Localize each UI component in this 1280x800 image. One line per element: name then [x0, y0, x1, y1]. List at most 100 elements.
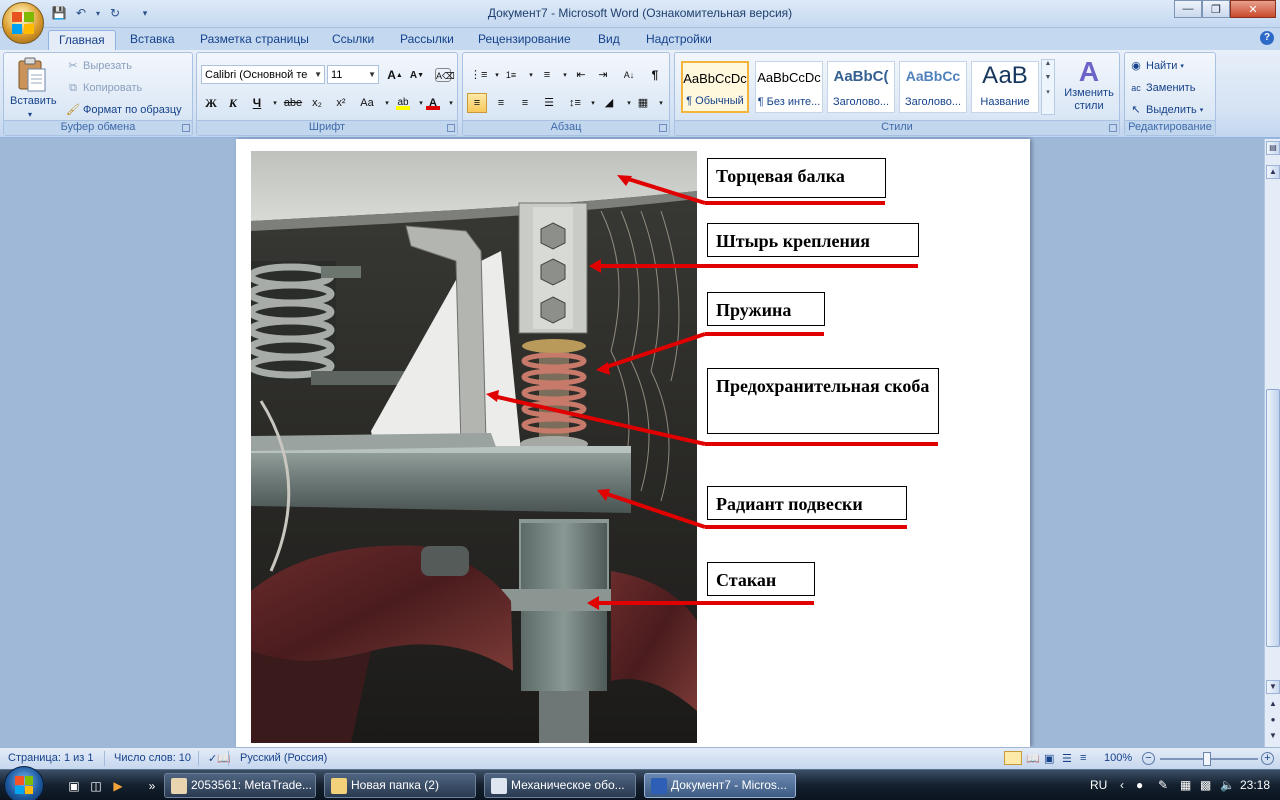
- zoom-in-button[interactable]: +: [1261, 752, 1274, 765]
- language-indicator[interactable]: Русский (Россия): [240, 752, 327, 764]
- align-left-button[interactable]: ≡: [467, 93, 487, 113]
- word-count[interactable]: Число слов: 10: [114, 752, 191, 764]
- bold-button[interactable]: Ж: [201, 93, 221, 113]
- page-count[interactable]: Страница: 1 из 1: [8, 752, 94, 764]
- cut-button[interactable]: ✂ Вырезать: [66, 59, 132, 73]
- input-language[interactable]: RU: [1090, 770, 1107, 800]
- suspension-photo[interactable]: [251, 151, 697, 743]
- format-painter-button[interactable]: 🖌 Формат по образцу: [66, 103, 182, 117]
- underline-dropdown-icon[interactable]: ▾: [265, 93, 285, 113]
- task-metatrader[interactable]: 2053561: MetaTrade...: [164, 773, 316, 798]
- select-button[interactable]: ↖ Выделить ▾: [1129, 103, 1203, 117]
- scroll-thumb[interactable]: [1266, 389, 1280, 647]
- explorer-icon[interactable]: ◫: [88, 778, 104, 794]
- office-button[interactable]: [2, 2, 44, 44]
- tab-references[interactable]: Ссылки: [322, 30, 384, 50]
- start-button[interactable]: [4, 766, 44, 800]
- multilevel-list-button[interactable]: ≡: [537, 65, 557, 85]
- minimize-button[interactable]: —: [1174, 0, 1202, 18]
- highlight-button[interactable]: ab: [393, 93, 413, 113]
- show-desktop-icon[interactable]: ▣: [66, 778, 82, 794]
- tab-addins[interactable]: Надстройки: [636, 30, 722, 50]
- tab-home[interactable]: Главная: [48, 30, 116, 50]
- line-spacing-button[interactable]: ↕≡: [565, 93, 585, 113]
- tray-app-icon[interactable]: ●: [1136, 770, 1143, 800]
- previous-page-icon[interactable]: ▲: [1266, 698, 1280, 712]
- select-browse-object-icon[interactable]: ●: [1266, 714, 1280, 728]
- font-color-dropdown-icon[interactable]: ▾: [441, 93, 461, 113]
- zoom-level[interactable]: 100%: [1104, 752, 1132, 764]
- borders-button[interactable]: ▦: [633, 93, 653, 113]
- help-icon[interactable]: ?: [1260, 31, 1274, 45]
- sort-button[interactable]: A↓: [619, 65, 639, 85]
- tab-page-layout[interactable]: Разметка страницы: [190, 30, 319, 50]
- web-layout-icon[interactable]: ▣: [1044, 752, 1054, 765]
- vertical-scrollbar[interactable]: ▤ ▲ ▼ ▲ ● ▼: [1264, 139, 1280, 747]
- change-styles-button[interactable]: A Изменить стили: [1059, 57, 1119, 113]
- font-color-button[interactable]: A: [423, 93, 443, 113]
- find-button[interactable]: ◉ Найти ▾: [1129, 59, 1184, 73]
- underline-button[interactable]: Ч: [247, 93, 267, 113]
- style-no-spacing[interactable]: AaBbCcDc ¶ Без инте...: [755, 61, 823, 113]
- style-normal[interactable]: AaBbCcDc ¶ Обычный: [681, 61, 749, 113]
- clipboard-dialog-launcher[interactable]: [182, 124, 190, 132]
- restore-button[interactable]: ❐: [1202, 0, 1230, 18]
- tab-view[interactable]: Вид: [588, 30, 630, 50]
- styles-dialog-launcher[interactable]: [1109, 124, 1117, 132]
- zoom-slider-thumb[interactable]: [1203, 752, 1211, 766]
- clock[interactable]: 23:18: [1240, 770, 1270, 800]
- tray-messenger-icon[interactable]: ✎: [1158, 770, 1168, 800]
- increase-indent-button[interactable]: ⇥: [593, 65, 613, 85]
- scroll-up-button[interactable]: ▲: [1266, 165, 1280, 179]
- print-layout-view-icon[interactable]: [1004, 751, 1022, 765]
- strikethrough-button[interactable]: abe: [283, 93, 303, 113]
- draft-view-icon[interactable]: ≡: [1080, 752, 1086, 764]
- full-screen-reading-icon[interactable]: 📖: [1026, 752, 1040, 765]
- tab-mailings[interactable]: Рассылки: [390, 30, 464, 50]
- grow-font-button[interactable]: A ▲: [385, 65, 405, 85]
- decrease-indent-button[interactable]: ⇤: [571, 65, 591, 85]
- tab-review[interactable]: Рецензирование: [468, 30, 581, 50]
- numbering-button[interactable]: 1≡: [501, 65, 521, 85]
- media-player-icon[interactable]: ▶: [110, 778, 126, 794]
- zoom-out-button[interactable]: −: [1142, 752, 1155, 765]
- style-heading-1[interactable]: AaBbC( Заголово...: [827, 61, 895, 113]
- paste-button[interactable]: Вставить: [10, 95, 57, 107]
- shrink-font-button[interactable]: A ▼: [407, 65, 427, 85]
- font-name-combo[interactable]: Calibri (Основной те ▼: [201, 65, 325, 84]
- show-marks-button[interactable]: ¶: [645, 65, 665, 85]
- paragraph-dialog-launcher[interactable]: [659, 124, 667, 132]
- next-page-icon[interactable]: ▼: [1266, 730, 1280, 744]
- tab-insert[interactable]: Вставка: [120, 30, 185, 50]
- styles-gallery-scroll[interactable]: ▲ ▼ ▾: [1041, 59, 1055, 115]
- quick-launch-overflow-icon[interactable]: »: [144, 778, 160, 794]
- clear-formatting-button[interactable]: A⌫: [433, 65, 455, 85]
- font-size-combo[interactable]: 11 ▼: [327, 65, 379, 84]
- style-title[interactable]: АаВ Название: [971, 61, 1039, 113]
- change-case-button[interactable]: Aa: [357, 93, 377, 113]
- borders-dropdown-icon[interactable]: ▾: [651, 93, 671, 113]
- align-right-button[interactable]: ≡: [515, 93, 535, 113]
- task-new-folder[interactable]: Новая папка (2): [324, 773, 476, 798]
- paste-icon[interactable]: [16, 57, 48, 93]
- outline-view-icon[interactable]: ☰: [1062, 752, 1072, 765]
- paste-dropdown-icon[interactable]: ▾: [28, 110, 32, 119]
- tray-safely-remove-icon[interactable]: ▩: [1200, 770, 1211, 800]
- replace-button[interactable]: ac Заменить: [1129, 81, 1195, 95]
- italic-button[interactable]: К: [223, 93, 243, 113]
- superscript-button[interactable]: x²: [331, 93, 351, 113]
- tray-volume-icon[interactable]: 🔈: [1220, 770, 1235, 800]
- ruler-toggle-icon[interactable]: ▤: [1266, 141, 1280, 155]
- font-dialog-launcher[interactable]: [447, 124, 455, 132]
- task-word-document[interactable]: Документ7 - Micros...: [644, 773, 796, 798]
- align-center-button[interactable]: ≡: [491, 93, 511, 113]
- tray-network-icon[interactable]: ▦: [1180, 770, 1191, 800]
- task-mechanical[interactable]: Механическое обо...: [484, 773, 636, 798]
- tray-expand-icon[interactable]: ‹: [1120, 770, 1124, 800]
- style-heading-2[interactable]: AaBbCc Заголово...: [899, 61, 967, 113]
- scroll-down-button[interactable]: ▼: [1266, 680, 1280, 694]
- bullets-button[interactable]: ⋮≡: [467, 65, 487, 85]
- close-button[interactable]: ✕: [1230, 0, 1276, 18]
- justify-button[interactable]: ☰: [539, 93, 559, 113]
- subscript-button[interactable]: x₂: [307, 93, 327, 113]
